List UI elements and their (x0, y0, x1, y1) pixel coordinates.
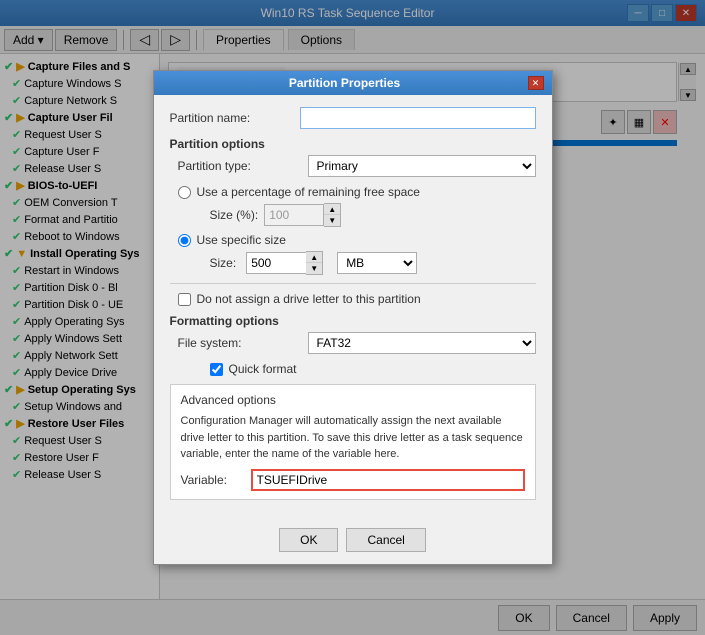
radio-percent-row: Use a percentage of remaining free space (170, 185, 536, 199)
spinner-up-percent[interactable]: ▲ (324, 204, 340, 215)
radio-specific-input[interactable] (178, 234, 191, 247)
advanced-options-section: Advanced options Configuration Manager w… (170, 384, 536, 500)
spinner-arrows-percent: ▲ ▼ (324, 203, 341, 227)
size-percent-row: Size (%): ▲ ▼ (170, 203, 536, 227)
divider-1 (170, 283, 536, 284)
quick-format-row: Quick format (170, 362, 536, 376)
radio-percent-input[interactable] (178, 186, 191, 199)
partition-properties-dialog: Partition Properties ✕ Partition name: P… (153, 70, 553, 565)
variable-input[interactable] (251, 469, 525, 491)
file-system-label: File system: (178, 336, 308, 350)
formatting-options-title: Formatting options (170, 314, 536, 328)
spinner-down-size[interactable]: ▼ (306, 263, 322, 274)
modal-cancel-button[interactable]: Cancel (346, 528, 425, 552)
spinner-arrows-size: ▲ ▼ (306, 251, 323, 275)
modal-close-button[interactable]: ✕ (528, 76, 544, 90)
spinner-up-size[interactable]: ▲ (306, 252, 322, 263)
size-input[interactable] (246, 252, 306, 274)
quick-format-checkbox[interactable] (210, 363, 223, 376)
partition-name-label: Partition name: (170, 111, 300, 125)
size-percent-input-wrap: ▲ ▼ (264, 203, 341, 227)
no-drive-letter-checkbox[interactable] (178, 293, 191, 306)
modal-title: Partition Properties (162, 76, 528, 90)
radio-specific-label: Use specific size (197, 233, 286, 247)
radio-percent-label: Use a percentage of remaining free space (197, 185, 420, 199)
file-system-select[interactable]: FAT32 NTFS exFAT (308, 332, 536, 354)
partition-options-title: Partition options (170, 137, 536, 151)
partition-type-select[interactable]: Primary Logical Extended (308, 155, 536, 177)
no-drive-letter-label: Do not assign a drive letter to this par… (197, 292, 421, 306)
partition-name-input[interactable] (300, 107, 536, 129)
spinner-down-percent[interactable]: ▼ (324, 215, 340, 226)
modal-ok-button[interactable]: OK (279, 528, 338, 552)
size-percent-input[interactable] (264, 204, 324, 226)
radio-specific-row: Use specific size (170, 233, 536, 247)
variable-row: Variable: (181, 469, 525, 491)
no-drive-letter-row: Do not assign a drive letter to this par… (170, 292, 536, 306)
size-input-wrap: ▲ ▼ (246, 251, 323, 275)
size-percent-label: Size (%): (210, 208, 259, 222)
advanced-options-title: Advanced options (181, 393, 525, 407)
file-system-row: File system: FAT32 NTFS exFAT (170, 332, 536, 354)
variable-label: Variable: (181, 473, 251, 487)
partition-type-label: Partition type: (178, 159, 308, 173)
modal-footer: OK Cancel (154, 520, 552, 564)
quick-format-label: Quick format (229, 362, 297, 376)
partition-name-row: Partition name: (170, 107, 536, 129)
advanced-options-text: Configuration Manager will automatically… (181, 413, 525, 463)
modal-overlay: Partition Properties ✕ Partition name: P… (0, 0, 705, 635)
modal-body: Partition name: Partition options Partit… (154, 95, 552, 520)
modal-title-bar: Partition Properties ✕ (154, 71, 552, 95)
partition-type-row: Partition type: Primary Logical Extended (170, 155, 536, 177)
size-unit-select[interactable]: MB GB TB (337, 252, 417, 274)
size-row: Size: ▲ ▼ MB GB TB (170, 251, 536, 275)
size-label: Size: (210, 256, 237, 270)
